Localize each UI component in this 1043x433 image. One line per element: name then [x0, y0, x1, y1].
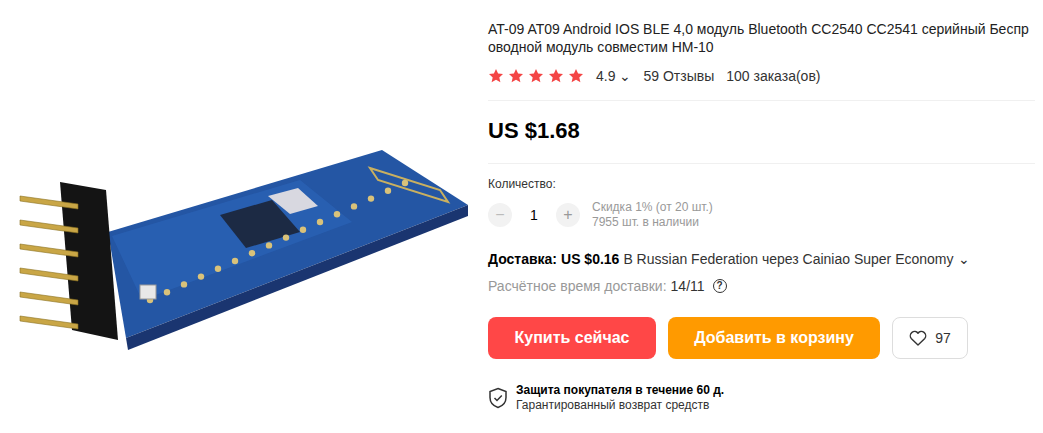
shipping-label: Доставка:	[488, 250, 557, 268]
heart-icon	[909, 330, 927, 346]
stock-note: 7955 шт. в наличии	[592, 215, 713, 230]
protection-title: Защита покупателя в течение 60 д.	[516, 383, 724, 398]
add-to-cart-button[interactable]: Добавить в корзину	[668, 317, 880, 359]
wishlist-button[interactable]: 97	[892, 317, 968, 359]
star-icon	[568, 68, 584, 84]
divider	[488, 163, 1035, 164]
product-info: AT-09 AT09 Android IOS BLE 4,0 модуль Bl…	[470, 0, 1043, 433]
shipping-row: Доставка:US $0.16В Russian Federation че…	[488, 250, 1035, 268]
orders-count: 100 заказа(ов)	[726, 66, 820, 86]
reviews-link[interactable]: 59 Отзывы	[643, 66, 714, 86]
buyer-protection: Защита покупателя в течение 60 д.Гаранти…	[488, 383, 1035, 413]
quantity-value[interactable]: 1	[520, 205, 548, 226]
stars	[488, 68, 588, 84]
eta-date: 14/11	[671, 277, 705, 295]
rating-row: 4.9⌄ 59 Отзывы 100 заказа(ов)	[488, 66, 1035, 86]
protection-text: Защита покупателя в течение 60 д.Гаранти…	[516, 383, 724, 413]
product-title: AT-09 AT09 Android IOS BLE 4,0 модуль Bl…	[488, 20, 1035, 56]
wishlist-count: 97	[935, 328, 951, 349]
protection-subtitle: Гарантированный возврат средств	[516, 398, 724, 413]
quantity-notes: Скидка 1% (от 20 шт.)7955 шт. в наличии	[592, 200, 713, 230]
star-icon	[488, 68, 504, 84]
quantity-row: −1 + Скидка 1% (от 20 шт.)7955 шт. в налич…	[488, 200, 1035, 230]
star-icon	[548, 68, 564, 84]
rating-score: 4.9	[596, 66, 615, 86]
eta-label: Расчётное время доставки:	[488, 277, 667, 295]
product-image[interactable]	[0, 0, 470, 433]
discount-note: Скидка 1% (от 20 шт.)	[592, 200, 713, 215]
shipping-dropdown-icon[interactable]: ⌄	[958, 250, 970, 268]
shipping-price: US $0.16	[561, 250, 619, 268]
quantity-minus-button: −	[488, 203, 512, 227]
price: US $1.68	[488, 101, 1035, 163]
rating-dropdown-icon[interactable]: ⌄	[619, 66, 631, 86]
action-buttons: Купить сейчас Добавить в корзину 97	[488, 317, 1035, 359]
info-icon[interactable]: ?	[713, 279, 727, 293]
shield-icon	[488, 387, 508, 409]
shipping-route[interactable]: В Russian Federation через Cainiao Super…	[623, 250, 953, 268]
divider	[488, 100, 1035, 101]
delivery-eta-row: Расчётное время доставки:14/11?	[488, 277, 1035, 295]
star-icon	[508, 68, 524, 84]
star-icon	[528, 68, 544, 84]
quantity-label: Количество:	[488, 176, 1035, 192]
buy-now-button[interactable]: Купить сейчас	[488, 317, 656, 359]
quantity-plus-button[interactable]: +	[556, 203, 580, 227]
module-photo	[0, 0, 470, 433]
